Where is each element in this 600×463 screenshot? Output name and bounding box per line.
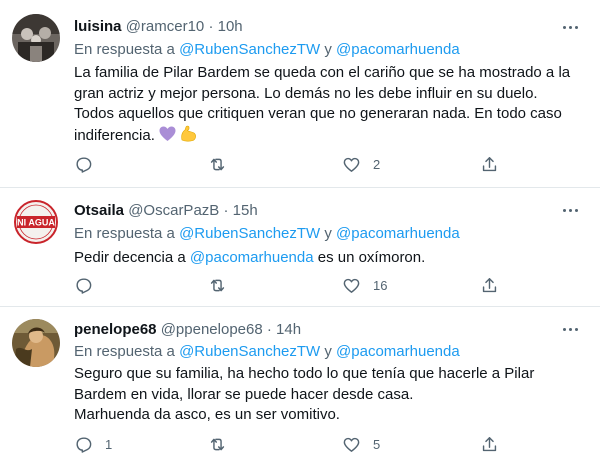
- mention-link[interactable]: @pacomarhuenda: [190, 249, 314, 266]
- user-handle[interactable]: @OscarPazB: [128, 202, 219, 219]
- display-name[interactable]: penelope68: [74, 321, 157, 338]
- retweet-button[interactable]: [208, 275, 239, 295]
- mention-link[interactable]: @pacomarhuenda: [336, 225, 460, 242]
- reply-button[interactable]: 1: [74, 434, 112, 454]
- like-count: 5: [373, 436, 381, 452]
- reply-and: y: [324, 225, 332, 242]
- more-icon: [562, 25, 566, 29]
- retweet-button[interactable]: [208, 154, 239, 174]
- mention-link[interactable]: @RubenSanchezTW: [179, 343, 320, 360]
- tweet-2[interactable]: NI AGUA Otsaila @OscarPazB · 15h En resp…: [0, 188, 600, 306]
- tweet-actions: 1 5: [74, 434, 504, 454]
- text-line: Seguro que su familia, ha hecho todo lo …: [74, 365, 535, 382]
- separator-dot: ·: [223, 202, 229, 219]
- more-options-button[interactable]: [558, 17, 582, 37]
- more-icon: [562, 208, 566, 212]
- retweet-icon: [210, 438, 225, 450]
- tweet-3[interactable]: penelope68 @ppenelope68 · 14h En respues…: [0, 307, 600, 463]
- separator-dot: ·: [208, 18, 214, 35]
- reply-count: 1: [105, 436, 113, 452]
- avatar[interactable]: NI AGUA: [12, 198, 60, 246]
- heart-icon: [343, 278, 360, 293]
- avatar[interactable]: [12, 14, 60, 62]
- reply-button[interactable]: [74, 275, 105, 295]
- avatar-logo-text: NI AGUA: [17, 218, 55, 228]
- more-icon: [562, 327, 566, 331]
- tweet-1[interactable]: luisina @ramcer10 · 10h En respuesta a @…: [0, 0, 600, 187]
- tweet-text: La familia de Pilar Bardem se queda con …: [74, 63, 574, 148]
- user-handle[interactable]: @ppenelope68: [161, 321, 263, 338]
- tweet-header: Otsaila @OscarPazB · 15h: [74, 201, 258, 221]
- text-line: Bardem en vida, llorar se puede hacer de…: [74, 385, 414, 403]
- mention-link[interactable]: @RubenSanchezTW: [179, 41, 320, 58]
- share-icon: [482, 436, 497, 451]
- text-suffix: es un oxímoron.: [313, 249, 426, 266]
- reply-button[interactable]: [74, 154, 105, 174]
- reply-and: y: [324, 343, 332, 360]
- timestamp[interactable]: 14h: [276, 321, 301, 338]
- share-icon: [482, 277, 497, 292]
- like-count: 2: [373, 156, 381, 172]
- share-icon: [482, 156, 497, 171]
- like-button[interactable]: 5: [342, 434, 380, 454]
- text-line-last: indiferencia.: [74, 125, 574, 149]
- avatar[interactable]: [12, 319, 60, 367]
- text-line: Marhuenda da asco, es un ser vomitivo.: [74, 406, 340, 423]
- like-count: 16: [373, 277, 388, 293]
- tweet-actions: 16: [74, 275, 504, 295]
- tweet-text: Pedir decencia a @pacomarhuenda es un ox…: [74, 248, 574, 269]
- heart-icon: [343, 437, 360, 452]
- text-line: gran actriz y mejor persona. Lo demás no…: [74, 84, 538, 102]
- tweet-header: luisina @ramcer10 · 10h: [74, 17, 243, 37]
- mention-link[interactable]: @pacomarhuenda: [336, 343, 460, 360]
- reply-icon: [76, 277, 92, 294]
- timestamp[interactable]: 10h: [218, 18, 243, 35]
- reply-context: En respuesta a @RubenSanchezTW y @pacoma…: [74, 40, 460, 60]
- text-prefix: Pedir decencia a: [74, 249, 186, 266]
- flexed-biceps-icon: [180, 125, 198, 149]
- heart-icon: [343, 157, 360, 172]
- purple-heart-icon: [159, 126, 176, 149]
- reply-and: y: [324, 41, 332, 58]
- reply-context: En respuesta a @RubenSanchezTW y @pacoma…: [74, 342, 460, 362]
- share-button[interactable]: [480, 154, 499, 174]
- text-line: Todos aquellos que critiquen veran que n…: [74, 105, 562, 122]
- retweet-icon: [210, 158, 225, 170]
- more-options-button[interactable]: [558, 200, 582, 220]
- reply-icon: [76, 436, 92, 453]
- reply-prefix: En respuesta a: [74, 225, 175, 242]
- tweet-actions: 2: [74, 154, 504, 174]
- display-name[interactable]: luisina: [74, 18, 122, 35]
- retweet-icon: [210, 279, 225, 291]
- like-button[interactable]: 2: [342, 154, 380, 174]
- more-options-button[interactable]: [558, 319, 582, 339]
- display-name[interactable]: Otsaila: [74, 202, 124, 219]
- mention-link[interactable]: @RubenSanchezTW: [179, 225, 320, 242]
- share-button[interactable]: [480, 434, 499, 454]
- separator-dot: ·: [266, 321, 272, 338]
- reply-prefix: En respuesta a: [74, 343, 175, 360]
- user-handle[interactable]: @ramcer10: [126, 18, 205, 35]
- like-button[interactable]: 16: [342, 275, 387, 295]
- timestamp[interactable]: 15h: [233, 202, 258, 219]
- retweet-button[interactable]: [208, 434, 239, 454]
- text-line: La familia de Pilar Bardem se queda con …: [74, 64, 571, 81]
- share-button[interactable]: [480, 275, 499, 295]
- reply-icon: [76, 156, 92, 173]
- tweet-text: Seguro que su familia, ha hecho todo lo …: [74, 364, 574, 426]
- reply-context: En respuesta a @RubenSanchezTW y @pacoma…: [74, 224, 460, 244]
- mention-link[interactable]: @pacomarhuenda: [336, 41, 460, 58]
- tweet-header: penelope68 @ppenelope68 · 14h: [74, 320, 301, 340]
- reply-prefix: En respuesta a: [74, 41, 175, 58]
